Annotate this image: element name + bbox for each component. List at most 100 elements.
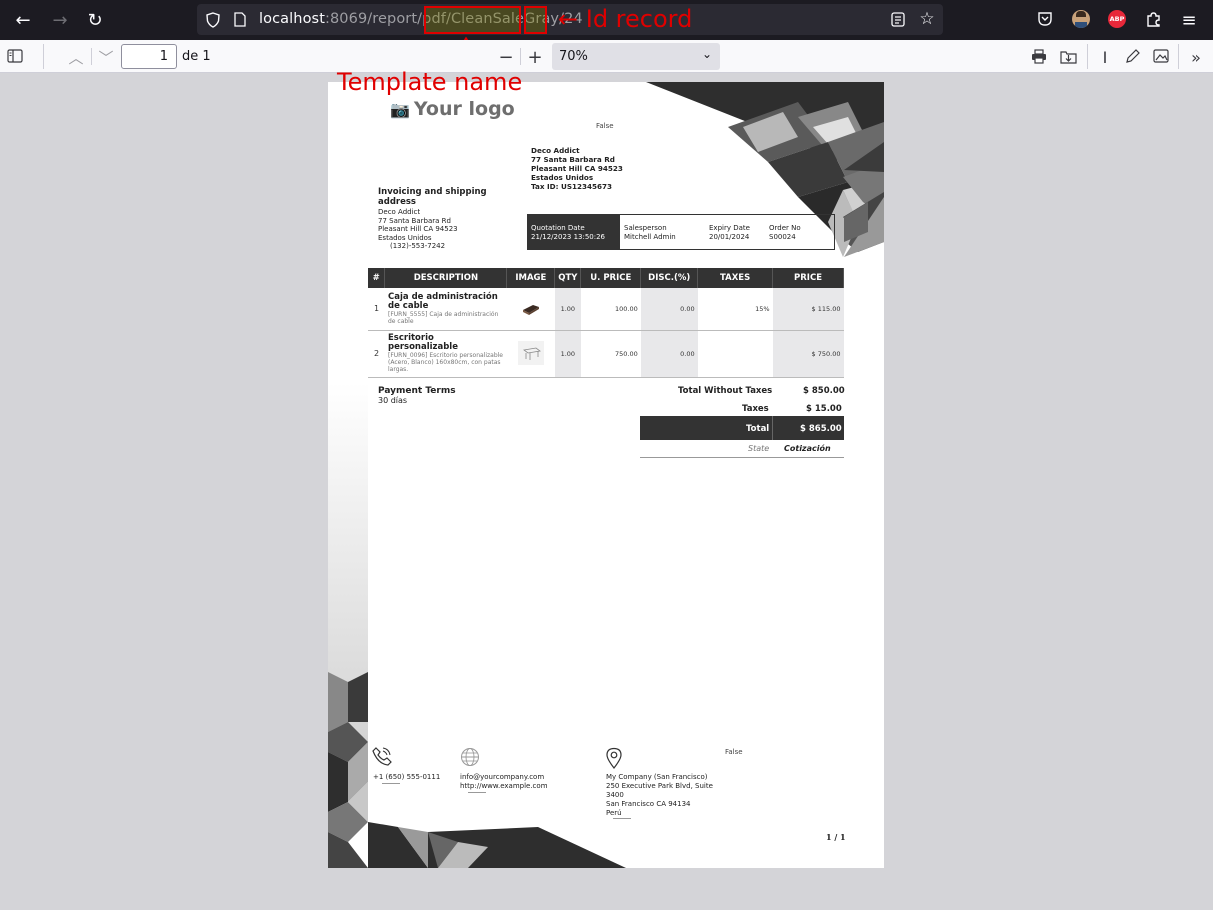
expiry-date: 20/01/2024 (709, 232, 750, 241)
sidebar-toggle-icon[interactable] (7, 49, 23, 63)
order-number: S00024 (769, 232, 796, 241)
invoice-address-title: Invoicing and shipping address (378, 187, 487, 207)
taxes: 15% (697, 288, 773, 331)
footer-underline (613, 818, 631, 819)
toolbar-divider (1087, 44, 1088, 69)
column-header: DESCRIPTION (384, 268, 508, 288)
salesperson: Mitchell Admin (624, 232, 676, 241)
reader-view-icon[interactable] (891, 12, 905, 27)
cable-box-image (522, 304, 539, 315)
page-count-label: de 1 (182, 49, 211, 64)
desk-image (517, 340, 544, 365)
location-pin-icon (606, 747, 622, 769)
print-icon[interactable] (1031, 49, 1047, 64)
id-record-highlight (524, 6, 547, 34)
state-label: State (748, 444, 770, 453)
page-number-input[interactable]: 1 (121, 44, 177, 69)
globe-icon (461, 748, 479, 766)
false-label: False (596, 122, 614, 130)
product-name: Escritorio personalizable (387, 333, 458, 352)
template-name-annotation: Template name (337, 68, 523, 96)
footer-email: info@yourcompany.com (460, 773, 545, 781)
address-line: San Francisco CA 94134 (606, 800, 691, 808)
pdf-page: 📷 Your logo False Deco Addict 77 Santa Ba… (328, 82, 884, 868)
quantity: 1.00 (554, 330, 581, 378)
footer-website[interactable]: http://www.example.com (460, 782, 548, 791)
address-line: My Company (San Francisco) (606, 773, 708, 781)
line-number: 1 (368, 288, 385, 331)
chevron-down-icon: ⌄ (701, 47, 712, 61)
discount: 0.00 (640, 330, 698, 378)
quotation-info-box: Quotation Date 21/12/2023 13:50:26 Sales… (527, 214, 835, 250)
taxes (697, 330, 773, 378)
extensions-puzzle-icon[interactable] (1145, 10, 1162, 28)
save-download-icon[interactable] (1060, 49, 1077, 64)
state-value: Cotización (784, 444, 831, 453)
product-description: [FURN_5555] Caja de administración de ca… (387, 310, 499, 325)
shield-icon[interactable] (206, 12, 220, 28)
add-image-icon[interactable] (1153, 49, 1169, 63)
forward-arrow-icon[interactable]: → (48, 8, 72, 32)
footer-underline (382, 783, 400, 784)
next-page-icon[interactable]: ﹀ (95, 46, 117, 68)
page-icon (234, 12, 246, 27)
unit-price: 750.00 (580, 330, 641, 378)
text-cursor-icon[interactable]: I (1094, 46, 1116, 68)
column-header: # (368, 268, 386, 288)
template-name-highlight (424, 6, 521, 34)
column-header: IMAGE (506, 268, 556, 288)
address-line: 250 Executive Park Blvd, Suite (606, 782, 713, 790)
grand-total: $ 865.00 (800, 424, 842, 434)
logo-text: Your logo (413, 98, 515, 120)
expiry-cell: Expiry Date 20/01/2024 (709, 224, 750, 241)
zoom-in-icon[interactable]: + (524, 46, 546, 68)
column-header: TAXES (697, 268, 774, 288)
address-line: 77 Santa Barbara Rd (531, 155, 615, 164)
total-without-taxes: $ 850.00 (803, 386, 845, 396)
line-price: $ 115.00 (772, 288, 844, 331)
address-line: 77 Santa Barbara Rd (378, 216, 451, 225)
line-number: 2 (368, 330, 385, 378)
product-cell: Escritorio personalizable [FURN_0096] Es… (384, 330, 507, 378)
pocket-icon[interactable] (1037, 11, 1053, 27)
hamburger-menu-icon[interactable]: ≡ (1177, 8, 1201, 32)
company-logo: 📷 Your logo (390, 98, 515, 120)
previous-page-icon[interactable]: ︿ (65, 46, 87, 68)
draw-pen-icon[interactable] (1125, 48, 1141, 64)
line-price: $ 750.00 (772, 330, 844, 378)
address-line: Estados Unidos (378, 233, 432, 242)
reload-icon[interactable]: ↻ (83, 8, 107, 32)
state-divider (640, 457, 844, 458)
toolbar-divider (1178, 44, 1179, 69)
invoice-address: Deco Addict 77 Santa Barbara Rd Pleasant… (378, 208, 458, 242)
pdf-toolbar: ︿ ﹀ 1 de 1 − + 70% ⌄ I » (0, 40, 1213, 73)
page-number: 1 / 1 (826, 832, 846, 842)
zoom-out-icon[interactable]: − (495, 46, 517, 68)
product-cell: Caja de administración de cable [FURN_55… (384, 288, 507, 331)
zoom-select[interactable]: 70% ⌄ (552, 43, 720, 70)
quantity: 1.00 (554, 288, 581, 331)
invoice-phone: (132)-553-7242 (390, 242, 446, 250)
company-address: Deco Addict 77 Santa Barbara Rd Pleasant… (531, 146, 623, 191)
adblock-plus-icon[interactable]: ABP (1108, 10, 1126, 28)
phone-icon (372, 747, 392, 766)
footer-false-label: False (725, 748, 743, 756)
table-row: 2 Escritorio personalizable [FURN_0096] … (368, 330, 844, 378)
product-description: [FURN_0096] Escritorio personalizable (A… (387, 352, 503, 373)
more-tools-icon[interactable]: » (1185, 46, 1207, 68)
address-line: Deco Addict (378, 208, 421, 216)
avatar[interactable] (1072, 10, 1090, 28)
back-arrow-icon[interactable]: ← (11, 8, 35, 32)
quotation-date-cell: Quotation Date 21/12/2023 13:50:26 (528, 215, 620, 249)
quotation-date: 21/12/2023 13:50:26 (531, 232, 606, 241)
column-header: DISC.(%) (640, 268, 699, 288)
product-image (506, 330, 555, 378)
address-line: Deco Addict (531, 146, 580, 155)
address-line: Perú (606, 809, 622, 817)
order-label: Order No (769, 224, 801, 232)
payment-terms-label: Payment Terms (378, 386, 456, 396)
bookmark-star-icon[interactable]: ☆ (915, 7, 939, 31)
order-lines-table: # DESCRIPTION IMAGE QTY U. PRICE DISC.(%… (368, 268, 844, 378)
taxes-label: Taxes (742, 404, 769, 414)
quotation-date-label: Quotation Date (531, 224, 585, 232)
